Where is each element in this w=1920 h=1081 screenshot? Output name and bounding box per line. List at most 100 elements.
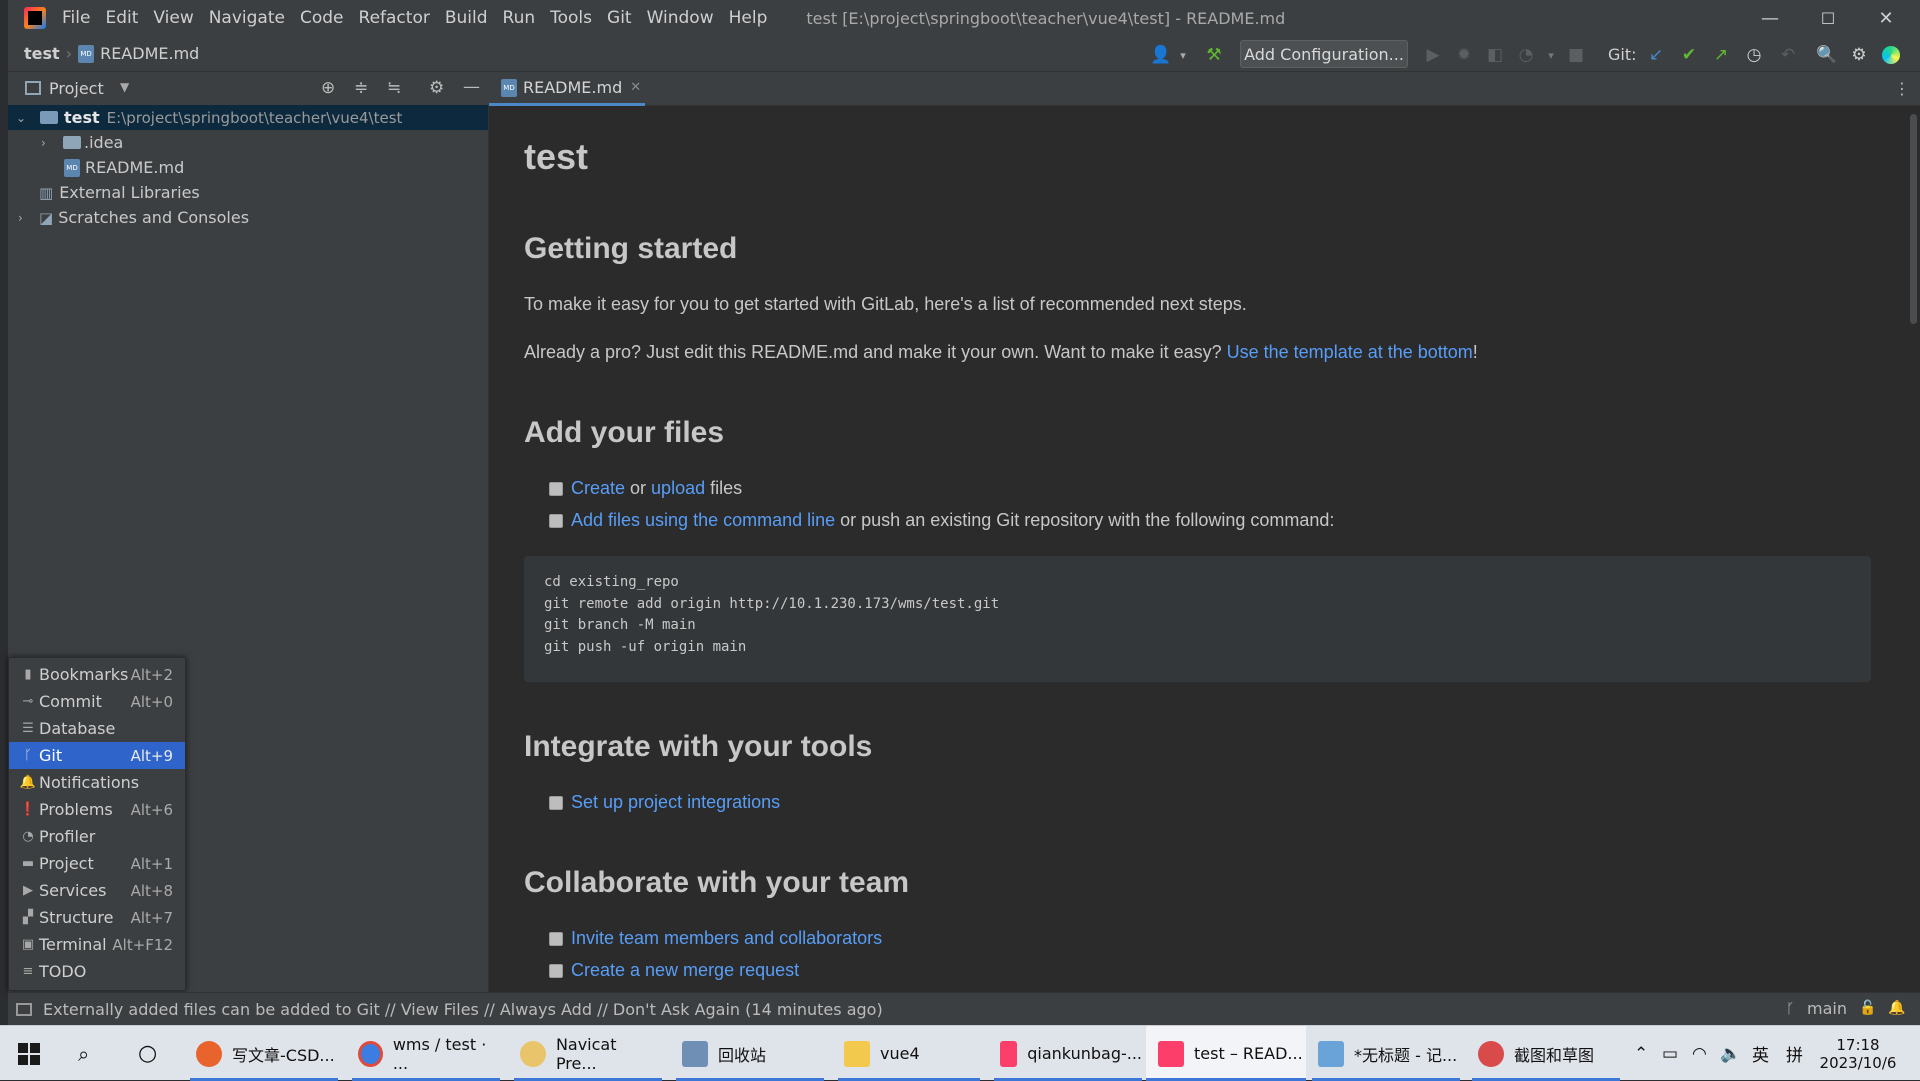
hide-panel-icon[interactable]: — [463, 77, 480, 97]
history-icon[interactable]: ◷ [1743, 44, 1765, 66]
menu-help[interactable]: Help [729, 8, 768, 28]
run-options-chevron-icon[interactable]: ▾ [1540, 44, 1562, 66]
tree-item-readme[interactable]: MD README.md [8, 155, 488, 180]
tool-window-database[interactable]: ☰ Database [9, 715, 185, 742]
taskbar-item-snipping[interactable]: 截图和草图 [1472, 1026, 1620, 1081]
editor-scrollbar[interactable] [1907, 106, 1920, 992]
menu-refactor[interactable]: Refactor [359, 8, 430, 28]
expand-all-icon[interactable]: ≑ [354, 78, 368, 98]
menu-run[interactable]: Run [503, 8, 536, 28]
menu-window[interactable]: Window [647, 8, 714, 28]
checkbox[interactable] [549, 932, 563, 946]
status-message[interactable]: Externally added files can be added to G… [43, 1000, 883, 1019]
tool-window-terminal[interactable]: ▣ Terminal Alt+F12 [9, 931, 185, 958]
more-options-icon[interactable]: ⋮ [1894, 79, 1910, 98]
chevron-down-icon[interactable]: ⌄ [16, 111, 30, 125]
profile-icon[interactable]: ◔ [1515, 44, 1537, 66]
checkbox[interactable] [549, 514, 563, 528]
git-update-icon[interactable]: ↙ [1645, 44, 1667, 66]
locate-file-icon[interactable]: ⊕ [321, 78, 335, 98]
show-hidden-icons-chevron-icon[interactable]: ⌃ [1634, 1026, 1648, 1081]
collapse-all-icon[interactable]: ≒ [387, 78, 401, 98]
plugin-logo-icon[interactable] [1880, 44, 1902, 66]
menu-build[interactable]: Build [445, 8, 488, 28]
checkbox[interactable] [549, 796, 563, 810]
ime-mode[interactable]: 拼 [1786, 1026, 1803, 1081]
tool-window-services[interactable]: ▶ Services Alt+8 [9, 877, 185, 904]
integrations-link[interactable]: Set up project integrations [571, 792, 780, 812]
tool-window-profiler[interactable]: ◔ Profiler [9, 823, 185, 850]
tool-window-project[interactable]: ▬ Project Alt+1 [9, 850, 185, 877]
taskbar-item-qiankunbag[interactable]: qiankunbag-... [994, 1026, 1142, 1081]
menu-code[interactable]: Code [300, 8, 344, 28]
minimize-button[interactable]: — [1741, 0, 1799, 36]
search-icon[interactable]: 🔍 [1816, 44, 1838, 66]
tool-window-structure[interactable]: ▞ Structure Alt+7 [9, 904, 185, 931]
chevron-right-icon[interactable]: › [41, 136, 55, 150]
lock-icon[interactable]: 🔓 [1859, 1000, 1876, 1016]
battery-icon[interactable]: ▭ [1662, 1026, 1678, 1081]
coverage-icon[interactable]: ◧ [1484, 44, 1506, 66]
tree-item-scratches[interactable]: › ◪ Scratches and Consoles [8, 205, 488, 230]
add-configuration-button[interactable]: Add Configuration... [1240, 40, 1408, 68]
taskbar-item-csdn[interactable]: 写文章-CSD... [190, 1026, 338, 1081]
merge-request-link[interactable]: Create a new merge request [571, 960, 799, 980]
git-branch-widget[interactable]: main [1807, 999, 1847, 1018]
create-link[interactable]: Create [571, 478, 625, 498]
run-icon[interactable]: ▶ [1422, 44, 1444, 66]
checkbox[interactable] [549, 482, 563, 496]
menu-file[interactable]: File [62, 8, 90, 28]
tool-window-todo[interactable]: ≡ TODO [9, 958, 185, 985]
close-window-button[interactable]: ✕ [1857, 0, 1915, 36]
stop-icon[interactable]: ■ [1565, 44, 1587, 66]
taskbar-item-navicat[interactable]: Navicat Pre... [514, 1026, 662, 1081]
git-commit-check-icon[interactable]: ✔ [1678, 44, 1700, 66]
scrollbar-thumb[interactable] [1910, 114, 1917, 324]
windows-start-icon[interactable] [18, 1026, 40, 1081]
tool-window-git[interactable]: ᚴ Git Alt+9 [9, 742, 185, 769]
toggle-tool-windows-icon[interactable] [16, 1002, 32, 1016]
options-gear-icon[interactable]: ⚙ [429, 78, 444, 98]
menu-edit[interactable]: Edit [105, 8, 138, 28]
menu-view[interactable]: View [153, 8, 193, 28]
tab-readme[interactable]: MD README.md ✕ [489, 72, 645, 106]
rollback-icon[interactable]: ↶ [1777, 44, 1799, 66]
menu-git[interactable]: Git [607, 8, 632, 28]
maximize-button[interactable]: ☐ [1799, 0, 1857, 36]
tree-item-external-libraries[interactable]: ▥ External Libraries [8, 180, 488, 205]
command-line-link[interactable]: Add files using the command line [571, 510, 835, 530]
task-view-icon[interactable]: ○ [138, 1026, 157, 1081]
menu-navigate[interactable]: Navigate [209, 8, 285, 28]
chevron-right-icon[interactable]: › [18, 211, 32, 225]
search-icon[interactable]: ⌕ [78, 1026, 89, 1081]
checkbox[interactable] [549, 964, 563, 978]
invite-members-link[interactable]: Invite team members and collaborators [571, 928, 882, 948]
breadcrumb-file[interactable]: README.md [100, 44, 199, 63]
notifications-bell-icon[interactable]: 🔔 [1888, 1000, 1905, 1016]
project-view-selector[interactable]: Project [49, 79, 104, 98]
volume-muted-icon[interactable]: 🔈 [1720, 1026, 1741, 1081]
taskbar-item-chrome[interactable]: wms / test · ... [352, 1026, 500, 1081]
settings-gear-icon[interactable]: ⚙ [1848, 44, 1870, 66]
tree-item-test[interactable]: ⌄ test E:\project\springboot\teacher\vue… [8, 105, 488, 130]
clock[interactable]: 17:18 2023/10/6 [1818, 1026, 1898, 1081]
intellij-logo-icon[interactable] [24, 7, 46, 29]
tool-window-bookmarks[interactable]: ▮ Bookmarks Alt+2 [9, 661, 185, 688]
tool-window-commit[interactable]: ⊸ Commit Alt+0 [9, 688, 185, 715]
breadcrumb-project[interactable]: test [24, 44, 60, 63]
taskbar-item-notepad[interactable]: *无标题 - 记... [1312, 1026, 1460, 1081]
chevron-down-icon[interactable]: ▼ [120, 80, 129, 94]
tree-item-idea[interactable]: › .idea [8, 130, 488, 155]
menu-tools[interactable]: Tools [550, 8, 592, 28]
user-icon[interactable]: 👤 [1150, 44, 1172, 66]
upload-link[interactable]: upload [651, 478, 705, 498]
template-link[interactable]: Use the template at the bottom [1227, 342, 1473, 362]
tool-window-notifications[interactable]: 🔔 Notifications [9, 769, 185, 796]
taskbar-item-test-readme[interactable]: test – READ... [1146, 1026, 1306, 1081]
taskbar-item-recycle-bin[interactable]: 回收站 [676, 1026, 824, 1081]
git-push-icon[interactable]: ↗ [1710, 44, 1732, 66]
debug-icon[interactable]: ✹ [1453, 44, 1475, 66]
build-hammer-icon[interactable]: ⚒ [1203, 44, 1225, 66]
taskbar-item-vue4[interactable]: vue4 [838, 1026, 980, 1081]
close-tab-icon[interactable]: ✕ [630, 80, 641, 95]
